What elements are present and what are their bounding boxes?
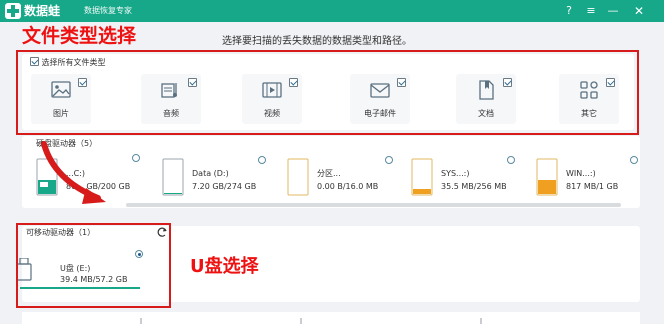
annotation-arrow-icon (41, 141, 106, 204)
disk-size: 7.20 GB/274 GB (192, 182, 257, 191)
email-checkbox[interactable] (397, 78, 406, 87)
disk-sys[interactable]: SYS...:) 35.5 MB/256 MB (411, 154, 531, 202)
app-logo-icon (5, 3, 21, 19)
removable-title: 可移动驱动器（1） (26, 228, 96, 237)
drive-icon (287, 158, 309, 196)
select-all-checkbox[interactable] (30, 57, 39, 66)
other-checkbox[interactable] (606, 78, 615, 87)
type-label-document: 文档 (478, 109, 494, 118)
usb-size: 39.4 MB/57.2 GB (60, 275, 128, 284)
disk-size: 35.5 MB/256 MB (441, 182, 507, 191)
type-card-document[interactable]: 文档 (456, 74, 516, 124)
type-card-audio[interactable]: 音频 (141, 74, 201, 124)
annotation-usb: U盘选择 (190, 256, 259, 277)
type-label-image: 图片 (53, 109, 69, 118)
bottom-strip (22, 312, 640, 324)
disk-radio[interactable] (507, 156, 515, 164)
drive-icon (411, 158, 433, 196)
refresh-icon[interactable] (156, 226, 168, 238)
disk-radio[interactable] (258, 156, 266, 164)
type-card-image[interactable]: 图片 (31, 74, 91, 124)
type-label-email: 电子邮件 (364, 109, 396, 118)
annotation-file-type: 文件类型选择 (22, 25, 137, 47)
select-all-row[interactable]: 选择所有文件类型 (30, 57, 106, 68)
image-icon (51, 81, 71, 98)
disk-name: WIN...:) (566, 169, 596, 178)
disk-radio[interactable] (132, 154, 140, 162)
instruction-text: 选择要扫描的丢失数据的数据类型和路径。 (222, 36, 412, 47)
divider (480, 318, 482, 324)
app-subtitle: 数据恢复专家 (84, 6, 132, 15)
horizontal-scrollbar[interactable] (126, 203, 621, 207)
drive-icon (536, 158, 558, 196)
title-bar: 数据蛙 数据恢复专家 ? ≡ — ✕ (0, 0, 664, 22)
drive-icon (162, 158, 184, 196)
other-icon (580, 81, 598, 99)
disk-partition[interactable]: 分区... 0.00 B/16.0 MB (287, 154, 407, 202)
type-card-video[interactable]: 视频 (242, 74, 302, 124)
type-label-video: 视频 (264, 109, 280, 118)
type-label-audio: 音频 (163, 109, 179, 118)
disk-name: 分区... (317, 169, 341, 178)
type-card-other[interactable]: 其它 (559, 74, 619, 124)
disk-win[interactable]: WIN...:) 817 MB/1 GB (536, 154, 656, 202)
type-card-email[interactable]: 电子邮件 (350, 74, 410, 124)
disk-size: 817 MB/1 GB (566, 182, 619, 191)
image-checkbox[interactable] (78, 78, 87, 87)
menu-button[interactable]: ≡ (582, 2, 600, 20)
email-icon (370, 83, 390, 98)
video-icon (262, 82, 282, 98)
divider (300, 318, 302, 324)
disk-name: Data (D:) (192, 169, 229, 178)
video-checkbox[interactable] (289, 78, 298, 87)
usb-usage-bar (20, 287, 140, 289)
document-icon (479, 80, 494, 100)
file-types-panel: 选择所有文件类型 图片 音频 视频 电子邮件 文档 其它 (22, 54, 634, 130)
audio-icon (161, 83, 177, 98)
document-checkbox[interactable] (503, 78, 512, 87)
type-label-other: 其它 (581, 109, 597, 118)
disk-radio[interactable] (630, 156, 638, 164)
usb-radio[interactable] (135, 250, 143, 258)
select-all-label: 选择所有文件类型 (41, 58, 106, 67)
divider (140, 318, 142, 324)
disk-d[interactable]: Data (D:) 7.20 GB/274 GB (162, 154, 282, 202)
disk-name: SYS...:) (441, 169, 470, 178)
usb-name: U盘 (E:) (60, 264, 91, 273)
app-name: 数据蛙 (24, 4, 61, 18)
minimize-button[interactable]: — (604, 2, 622, 20)
hard-disk-panel: 硬盘驱动器（5） ...C:) 86... GB/200 GB Data (D:… (22, 136, 640, 208)
close-button[interactable]: ✕ (630, 2, 648, 20)
disk-radio[interactable] (385, 156, 393, 164)
usb-drive-e[interactable]: U盘 (E:) 39.4 MB/57.2 GB (14, 244, 146, 290)
usb-drive-icon (16, 258, 32, 281)
audio-checkbox[interactable] (188, 78, 197, 87)
disk-size: 0.00 B/16.0 MB (317, 182, 379, 191)
help-button[interactable]: ? (560, 2, 578, 20)
